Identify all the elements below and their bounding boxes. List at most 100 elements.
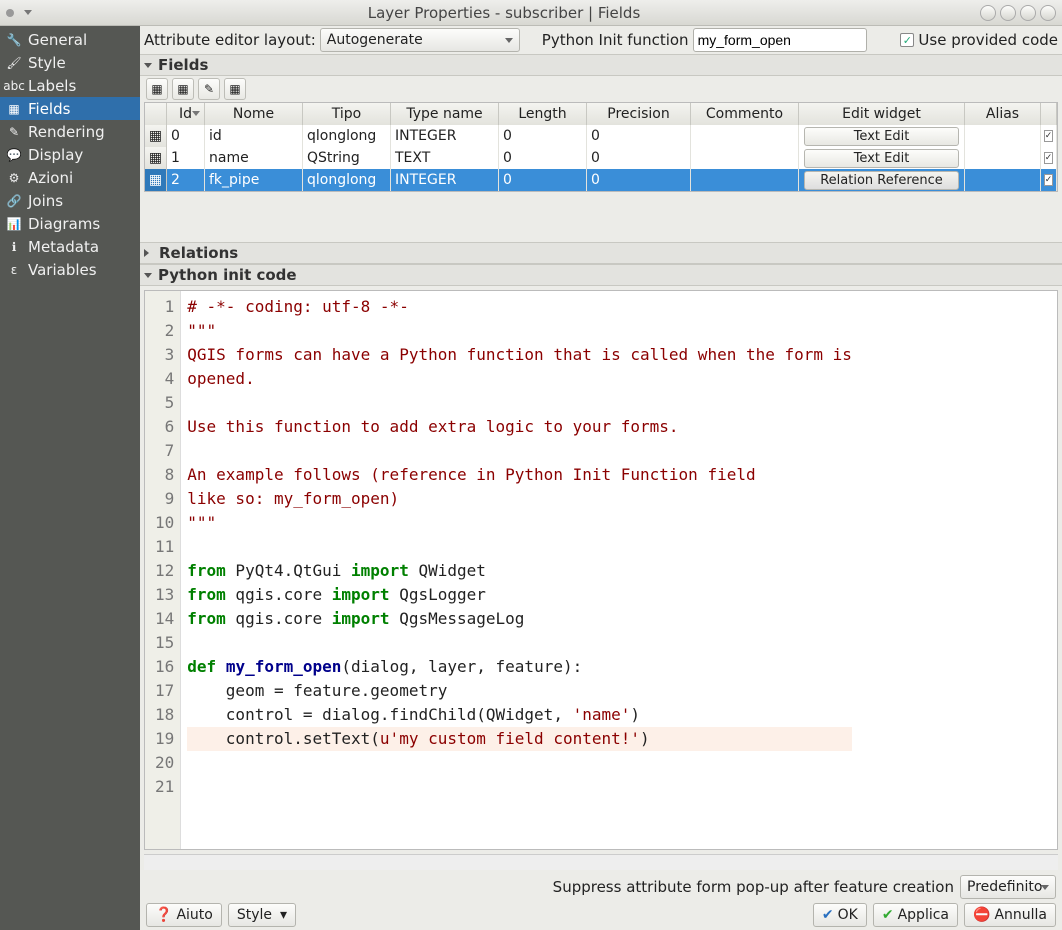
window-maximize-icon[interactable] bbox=[1020, 5, 1036, 21]
col-commento[interactable]: Commento bbox=[691, 103, 799, 125]
fields-toolbar: ▦ ▦ ✎ ▦ bbox=[140, 76, 1062, 102]
field-calculator-button[interactable]: ▦ bbox=[224, 78, 246, 100]
sidebar-item-style[interactable]: 🖌Style bbox=[0, 51, 140, 74]
sidebar-item-azioni[interactable]: ⚙Azioni bbox=[0, 166, 140, 189]
cell-id: 1 bbox=[167, 147, 205, 169]
edit-widget-button[interactable]: Relation Reference bbox=[804, 171, 959, 190]
cell-check[interactable]: ✓ bbox=[1041, 147, 1057, 169]
section-fields-header[interactable]: Fields bbox=[140, 54, 1062, 76]
ok-button[interactable]: ✔OK bbox=[813, 903, 867, 927]
sidebar-item-rendering[interactable]: ✎ Rendering bbox=[0, 120, 140, 143]
cell-id: 2 bbox=[167, 169, 205, 191]
edit-widget-button[interactable]: Text Edit bbox=[804, 149, 959, 168]
cell-tipo: qlonglong bbox=[303, 125, 391, 147]
col-id[interactable]: Id bbox=[167, 103, 205, 125]
col-alias[interactable]: Alias bbox=[965, 103, 1041, 125]
sidebar-item-label: Display bbox=[28, 146, 83, 164]
code-content[interactable]: # -*- coding: utf-8 -*-"""QGIS forms can… bbox=[181, 291, 858, 849]
cancel-icon: ⛔ bbox=[973, 907, 990, 923]
sidebar-item-label: Rendering bbox=[28, 123, 105, 141]
apply-icon: ✔ bbox=[882, 907, 894, 923]
section-python-title: Python init code bbox=[158, 266, 297, 284]
col-nome[interactable]: Nome bbox=[205, 103, 303, 125]
sidebar-item-label: Azioni bbox=[28, 169, 73, 187]
col-check bbox=[1041, 103, 1057, 125]
cancel-button[interactable]: ⛔Annulla bbox=[964, 903, 1056, 927]
sidebar-item-joins[interactable]: 🔗Joins bbox=[0, 189, 140, 212]
checkbox-icon: ✓ bbox=[1044, 152, 1054, 164]
sidebar-item-label: Variables bbox=[28, 261, 97, 279]
suppress-form-combo[interactable]: Predefinito bbox=[960, 875, 1056, 899]
section-relations-header[interactable]: Relations bbox=[140, 242, 1062, 264]
sidebar-item-metadata[interactable]: ℹMetadata bbox=[0, 235, 140, 258]
cell-typename: TEXT bbox=[391, 147, 499, 169]
code-horizontal-scrollbar[interactable] bbox=[144, 854, 1058, 870]
sidebar-item-labels[interactable]: abcLabels bbox=[0, 74, 140, 97]
fields-table: Id Nome Tipo Type name Length Precision … bbox=[144, 102, 1058, 192]
sidebar: 🔧General🖌StyleabcLabels▦Fields ✎ Rendering… bbox=[0, 26, 140, 930]
sidebar-item-general[interactable]: 🔧General bbox=[0, 28, 140, 51]
sidebar-item-fields[interactable]: ▦Fields bbox=[0, 97, 140, 120]
cell-widget: Relation Reference bbox=[799, 169, 965, 191]
apply-button[interactable]: ✔Applica bbox=[873, 903, 958, 927]
window-titlebar: Layer Properties - subscriber | Fields bbox=[0, 0, 1062, 26]
cell-precision: 0 bbox=[587, 125, 691, 147]
cell-alias bbox=[965, 169, 1041, 191]
sidebar-item-label: Fields bbox=[28, 100, 70, 118]
window-minimize-icon[interactable] bbox=[1000, 5, 1016, 21]
col-length[interactable]: Length bbox=[499, 103, 587, 125]
suppress-form-label: Suppress attribute form pop-up after fea… bbox=[553, 878, 954, 896]
col-precision[interactable]: Precision bbox=[587, 103, 691, 125]
code-gutter: 123456789101112131415161718192021 bbox=[145, 291, 181, 849]
table-row[interactable]: ▦1nameQStringTEXT00Text Edit✓ bbox=[145, 147, 1057, 169]
attribute-editor-layout-label: Attribute editor layout: bbox=[144, 31, 316, 49]
window-menu-icon[interactable] bbox=[6, 9, 14, 17]
new-field-button[interactable]: ▦ bbox=[146, 78, 168, 100]
window-menu-dropdown-icon[interactable] bbox=[24, 10, 32, 15]
cell-widget: Text Edit bbox=[799, 125, 965, 147]
sidebar-item-variables[interactable]: ε Variables bbox=[0, 258, 140, 281]
python-code-editor[interactable]: 123456789101112131415161718192021 # -*- … bbox=[144, 290, 1058, 850]
sort-icon bbox=[192, 111, 200, 116]
sidebar-item-label: Labels bbox=[28, 77, 76, 95]
use-provided-code-label: Use provided code bbox=[918, 31, 1058, 49]
cell-length: 0 bbox=[499, 125, 587, 147]
cell-widget: Text Edit bbox=[799, 147, 965, 169]
sidebar-item-diagrams[interactable]: 📊Diagrams bbox=[0, 212, 140, 235]
cell-tipo: qlonglong bbox=[303, 169, 391, 191]
col-widget[interactable]: Edit widget bbox=[799, 103, 965, 125]
help-button[interactable]: ❓Aiuto bbox=[146, 903, 222, 927]
sidebar-item-label: Metadata bbox=[28, 238, 99, 256]
window-title: Layer Properties - subscriber | Fields bbox=[368, 4, 641, 22]
window-close-icon[interactable] bbox=[1040, 5, 1056, 21]
window-help-icon[interactable] bbox=[980, 5, 996, 21]
cell-check[interactable]: ✓ bbox=[1041, 125, 1057, 147]
table-row[interactable]: ▦0idqlonglongINTEGER00Text Edit✓ bbox=[145, 125, 1057, 147]
cell-precision: 0 bbox=[587, 169, 691, 191]
row-header-icon: ▦ bbox=[145, 147, 167, 169]
collapse-icon bbox=[144, 63, 152, 68]
cell-nome: id bbox=[205, 125, 303, 147]
col-typename[interactable]: Type name bbox=[391, 103, 499, 125]
style-button[interactable]: Style▾ bbox=[228, 903, 296, 927]
section-python-header[interactable]: Python init code bbox=[140, 264, 1062, 286]
table-row[interactable]: ▦2fk_pipeqlonglongINTEGER00Relation Refe… bbox=[145, 169, 1057, 191]
col-tipo[interactable]: Tipo bbox=[303, 103, 391, 125]
edit-widget-button[interactable]: Text Edit bbox=[804, 127, 959, 146]
cell-nome: name bbox=[205, 147, 303, 169]
ok-icon: ✔ bbox=[822, 907, 834, 923]
cell-check[interactable]: ✓ bbox=[1041, 169, 1057, 191]
checkbox-icon: ✓ bbox=[1044, 130, 1054, 142]
cell-nome: fk_pipe bbox=[205, 169, 303, 191]
cell-alias bbox=[965, 125, 1041, 147]
python-init-function-input[interactable] bbox=[693, 28, 867, 52]
cell-id: 0 bbox=[167, 125, 205, 147]
attribute-editor-layout-combo[interactable]: Autogenerate bbox=[320, 28, 520, 52]
delete-field-button[interactable]: ▦ bbox=[172, 78, 194, 100]
toggle-editing-button[interactable]: ✎ bbox=[198, 78, 220, 100]
cell-length: 0 bbox=[499, 147, 587, 169]
sidebar-icon: ✎ bbox=[6, 124, 22, 140]
sidebar-icon: ε bbox=[6, 262, 22, 278]
use-provided-code-checkbox[interactable]: ✓ Use provided code bbox=[900, 31, 1058, 49]
sidebar-item-display[interactable]: 💬Display bbox=[0, 143, 140, 166]
